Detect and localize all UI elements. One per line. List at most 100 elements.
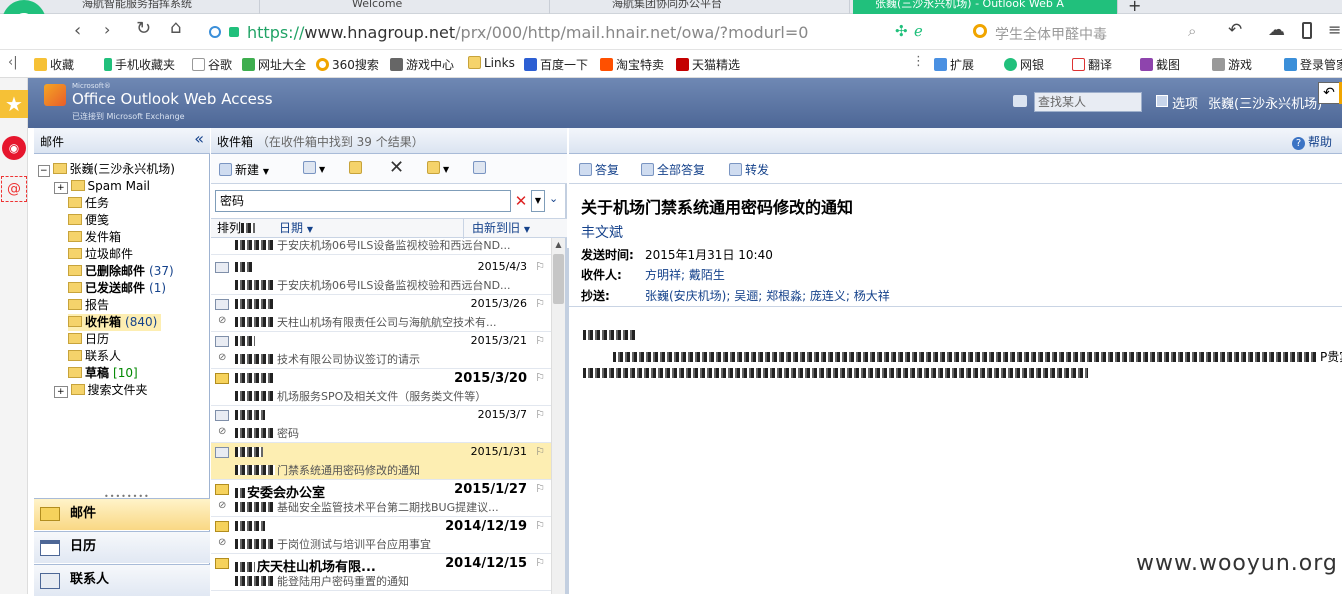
flag-icon[interactable]: ⚐ [535, 334, 545, 347]
expand-search-icon[interactable]: ⌄ [549, 192, 558, 205]
back-icon[interactable]: ‹ [74, 20, 81, 41]
undo-icon[interactable]: ↶ [1228, 20, 1242, 40]
weibo-icon[interactable]: ◉ [2, 136, 26, 160]
forward-button[interactable]: 转发 [729, 161, 769, 178]
pane-splitter[interactable] [567, 248, 569, 594]
tool-ebank[interactable]: 网银 [1004, 56, 1044, 73]
browser-search-input[interactable]: 学生全体甲醛中毒 [995, 24, 1107, 44]
options-link[interactable]: 选项 [1172, 93, 1198, 112]
phone-icon[interactable] [1302, 22, 1312, 39]
expand-toggle-icon[interactable]: + [54, 182, 68, 194]
bookmark-mobile[interactable]: 手机收藏夹 [104, 56, 175, 73]
clear-search-icon[interactable]: ✕ [513, 192, 529, 210]
nav-mail[interactable]: 邮件 [34, 498, 210, 530]
search-icon[interactable]: ⌕ [1188, 22, 1196, 40]
message-row[interactable]: 安委会办公室 2015/1/27 ⚐ 基础安全监管技术平台第二期找BUG提建议... ⊘ [211, 480, 551, 517]
bookmark-google[interactable]: 谷歌 [192, 56, 232, 73]
folder-item[interactable]: 已发送邮件 (1) [68, 280, 166, 297]
message-row[interactable]: 2014/12/19 ⚐ 于岗位测试与培训平台应用事宜 ⊘ [211, 517, 551, 554]
flag-icon[interactable]: ⚐ [535, 556, 545, 569]
cloud-icon[interactable]: ☁ [1268, 20, 1285, 40]
message-row[interactable]: 2015/3/26 ⚐ 天柱山机场有限责任公司与海航航空技术有... ⊘ [211, 295, 551, 332]
ie-mode-icon[interactable]: ℯ [914, 22, 923, 40]
tool-games[interactable]: 游戏 [1212, 56, 1252, 73]
flag-icon[interactable]: ⚐ [535, 260, 545, 273]
search-engine-icon[interactable] [973, 24, 987, 38]
delete-icon[interactable]: ✕ [389, 157, 404, 178]
page-undo-icon[interactable]: ↶ [1318, 82, 1340, 104]
message-row[interactable]: 2015/3/7 ⚐ 密码 ⊘ [211, 406, 551, 443]
nav-calendar[interactable]: 日历 [34, 531, 210, 563]
folder-item[interactable]: 任务 [68, 195, 109, 212]
collapse-icon[interactable]: « [194, 129, 204, 148]
folder-item[interactable]: 草稿 [10] [68, 365, 138, 382]
list-scrollbar[interactable]: ▲ [551, 238, 565, 594]
tool-extensions[interactable]: 扩展 [934, 56, 974, 73]
actions-button[interactable]: ▼ [427, 161, 449, 175]
tool-login-manager[interactable]: 登录管家 [1284, 56, 1342, 73]
favorites-star-icon[interactable]: ★ [0, 90, 28, 118]
folder-item[interactable]: 已删除邮件 (37) [68, 263, 174, 280]
reply-all-button[interactable]: 全部答复 [641, 161, 705, 178]
menu-icon[interactable]: ≡ [1328, 20, 1341, 39]
url-field[interactable]: https://www.hnagroup.net/prx/000/http/ma… [247, 21, 927, 45]
flag-icon[interactable]: ⚐ [535, 445, 545, 458]
collapse-toggle-icon[interactable]: − [38, 165, 50, 177]
message-row[interactable]: 2015/3/21 ⚐ 技术有限公司协议签订的请示 ⊘ [211, 332, 551, 369]
reload-icon[interactable]: ↻ [136, 18, 151, 39]
scroll-up-icon[interactable]: ▲ [553, 240, 564, 252]
bookmark-games[interactable]: 游戏中心 [390, 56, 454, 73]
search-options-dropdown[interactable]: ▼ [531, 190, 545, 212]
folder-item[interactable]: 日历 [68, 331, 109, 348]
folder-item[interactable]: 报告 [68, 297, 109, 314]
new-button[interactable]: 新建 ▼ [219, 161, 269, 178]
folder-root[interactable]: − 张巍(三沙永兴机场) [38, 161, 175, 178]
flag-icon[interactable]: ⚐ [535, 297, 545, 310]
message-sender[interactable]: 丰文斌 [581, 222, 623, 242]
tool-translate[interactable]: 翻译 [1072, 56, 1112, 73]
bookmark-baidu[interactable]: 百度一下 [524, 56, 588, 73]
flag-icon[interactable]: ⚐ [535, 408, 545, 421]
folder-item[interactable]: + Spam Mail [54, 178, 150, 195]
bookmark-favorites[interactable]: 收藏 [34, 56, 74, 73]
forward-icon[interactable]: › [104, 20, 110, 39]
sort-by-date[interactable]: 日期 ▼ [279, 219, 313, 239]
message-row[interactable]: ⚐于安庆机场06号ILS设备监视校验和西远台ND... [211, 238, 551, 255]
browser-tab-1[interactable]: 海航智能服务指挥系统 [60, 0, 260, 14]
options-icon[interactable] [1156, 95, 1168, 107]
bookmark-tmall[interactable]: 天猫精选 [676, 56, 740, 73]
flag-icon[interactable]: ⚐ [535, 482, 545, 495]
message-row[interactable]: 庆天柱山机场有限... 2014/12/15 ⚐ 能登陆用户密码重置的通知 [211, 554, 551, 591]
bookmark-360search[interactable]: 360搜索 [316, 56, 379, 73]
sort-order[interactable]: 由新到旧 ▼ [463, 219, 545, 239]
bookmark-taobao[interactable]: 淘宝特卖 [600, 56, 664, 73]
folder-item[interactable]: 便笺 [68, 212, 109, 229]
browser-tab-active[interactable]: 张巍(三沙永兴机场) - Outlook Web A [853, 0, 1118, 14]
move-button[interactable] [349, 161, 365, 175]
nav-contacts[interactable]: 联系人 [34, 564, 210, 596]
bookmark-links[interactable]: Links [468, 56, 515, 70]
email-at-icon[interactable]: @ [1, 176, 27, 202]
security-shield-icon[interactable]: ✣ [895, 22, 908, 40]
refresh-button[interactable] [473, 161, 489, 175]
home-icon[interactable]: ⌂ [170, 17, 181, 38]
site-info-icon[interactable] [209, 26, 221, 38]
bookmark-hao[interactable]: 网址大全 [242, 56, 306, 73]
expand-toggle-icon[interactable]: + [54, 386, 68, 398]
message-row[interactable]: 2015/3/20 ⚐ 机场服务SPO及相关文件（服务类文件等） [211, 369, 551, 406]
folder-item[interactable]: 发件箱 [68, 229, 121, 246]
find-someone-input[interactable]: 查找某人 [1034, 92, 1142, 112]
folder-item[interactable]: 联系人 [68, 348, 121, 365]
to-value[interactable]: 方明祥; 戴陌生 [645, 266, 725, 283]
cc-value[interactable]: 张巍(安庆机场); 吴逦; 郑根淼; 庞连义; 杨大祥 [645, 287, 890, 304]
folder-item[interactable]: + 搜索文件夹 [54, 382, 148, 399]
folder-item[interactable]: 垃圾邮件 [68, 246, 133, 263]
address-book-icon[interactable] [1013, 95, 1027, 107]
reply-button[interactable]: 答复 [579, 161, 619, 178]
view-button[interactable]: ▼ [303, 161, 325, 175]
flag-icon[interactable]: ⚐ [535, 371, 545, 384]
browser-tab-2[interactable]: Welcome [330, 0, 550, 14]
more-icon[interactable]: ⋮ [912, 54, 925, 69]
tool-screenshot[interactable]: 截图 [1140, 56, 1180, 73]
new-tab-icon[interactable]: + [1128, 0, 1141, 15]
